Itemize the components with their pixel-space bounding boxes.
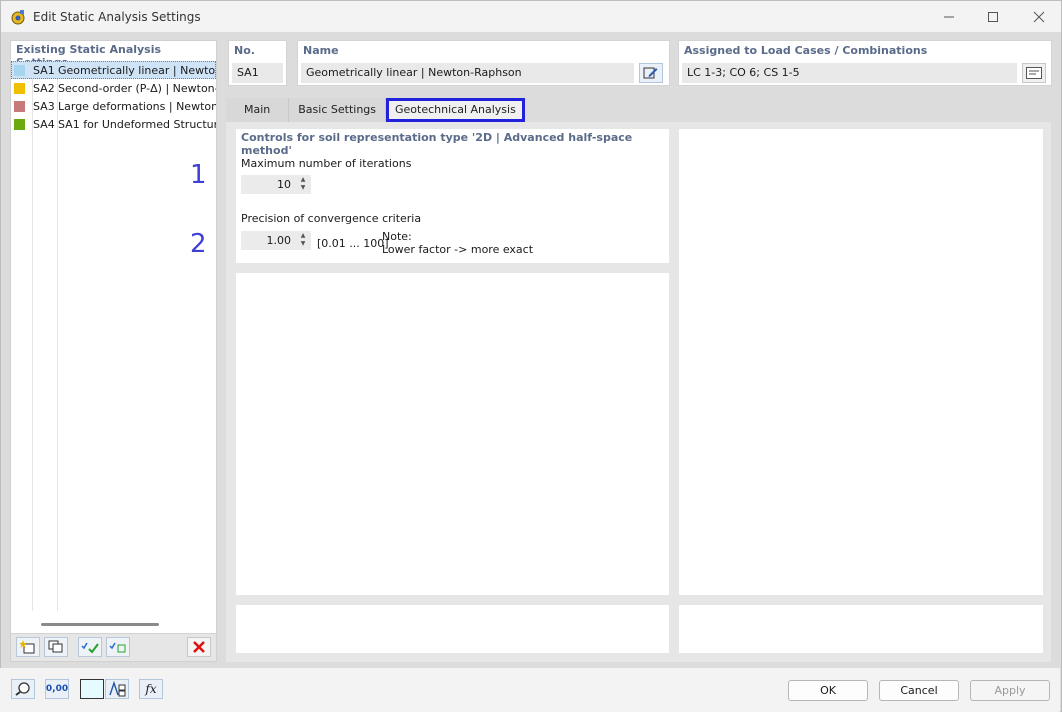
new-setting-button[interactable] bbox=[16, 637, 40, 657]
minimize-icon bbox=[944, 16, 954, 18]
item-code: SA3 bbox=[33, 99, 55, 113]
window-title: Edit Static Analysis Settings bbox=[33, 10, 201, 24]
formula-icon: fx bbox=[145, 682, 157, 696]
spinner-arrows-icon[interactable]: ▲ ▼ bbox=[298, 176, 308, 193]
name-field[interactable]: Geometrically linear | Newton-Raphson bbox=[301, 63, 634, 83]
max-iterations-label: Maximum number of iterations bbox=[241, 157, 412, 170]
geotech-controls-panel: Controls for soil representation type '2… bbox=[236, 129, 669, 263]
minimize-button[interactable] bbox=[927, 5, 971, 29]
note-title: Note: bbox=[382, 230, 412, 243]
tab-geotechnical-analysis[interactable]: Geotechnical Analysis bbox=[386, 98, 525, 122]
help-button[interactable] bbox=[11, 679, 35, 699]
delete-icon bbox=[193, 641, 205, 653]
settings-list: SA1 Geometrically linear | Newton- SA2 S… bbox=[11, 61, 216, 133]
precision-label: Precision of convergence criteria bbox=[241, 212, 422, 225]
item-label: Second-order (P-Δ) | Newton-R bbox=[58, 81, 216, 95]
color-swatch bbox=[14, 100, 25, 112]
check-all-button[interactable] bbox=[78, 637, 102, 657]
tab-main[interactable]: Main bbox=[226, 98, 290, 122]
bottom-panel-right bbox=[679, 605, 1043, 653]
cancel-button[interactable]: Cancel bbox=[879, 680, 959, 701]
edit-icon bbox=[643, 67, 658, 79]
assigned-field[interactable]: LC 1-3; CO 6; CS 1-5 bbox=[682, 63, 1017, 83]
new-item-icon bbox=[20, 640, 35, 654]
number-title: No. bbox=[234, 44, 255, 57]
item-code: SA1 bbox=[33, 63, 55, 77]
display-settings-button[interactable] bbox=[105, 679, 129, 699]
item-code: SA2 bbox=[33, 81, 55, 95]
maximize-button[interactable] bbox=[971, 5, 1015, 29]
list-toolbar bbox=[11, 633, 216, 661]
select-load-cases-button[interactable] bbox=[1022, 63, 1046, 83]
tab-basic-settings[interactable]: Basic Settings bbox=[289, 98, 387, 122]
name-box: Name Geometrically linear | Newton-Raphs… bbox=[297, 40, 670, 86]
item-label: SA1 for Undeformed Structure bbox=[58, 117, 216, 131]
copy-setting-button[interactable] bbox=[44, 637, 68, 657]
precision-spinner[interactable]: 1.00 ▲ ▼ bbox=[241, 231, 311, 250]
number-field[interactable]: SA1 bbox=[232, 63, 283, 83]
annotation-marker-1: 1 bbox=[190, 160, 207, 190]
column-divider bbox=[57, 61, 58, 611]
precision-value: 1.00 bbox=[266, 234, 292, 247]
apply-button[interactable]: Apply bbox=[970, 680, 1050, 701]
geotech-heading: Controls for soil representation type '2… bbox=[241, 131, 633, 157]
list-item-sa2[interactable]: SA2 Second-order (P-Δ) | Newton-R bbox=[11, 79, 216, 97]
list-item-sa3[interactable]: SA3 Large deformations | Newton- bbox=[11, 97, 216, 115]
bottom-panel-left bbox=[236, 605, 669, 653]
assigned-title: Assigned to Load Cases / Combinations bbox=[684, 44, 928, 57]
display-settings-icon bbox=[109, 681, 126, 697]
item-label: Geometrically linear | Newton- bbox=[58, 63, 216, 77]
max-iterations-spinner[interactable]: 10 ▲ ▼ bbox=[241, 175, 311, 194]
tab-content: Controls for soil representation type '2… bbox=[226, 122, 1051, 662]
value-format-icon: 0,00 bbox=[45, 684, 69, 694]
tab-strip: Main Basic Settings Geotechnical Analysi… bbox=[226, 98, 525, 122]
app-icon bbox=[11, 10, 25, 25]
edit-name-button[interactable] bbox=[639, 63, 663, 83]
item-code: SA4 bbox=[33, 117, 55, 131]
close-button[interactable] bbox=[1017, 5, 1061, 29]
column-divider bbox=[32, 61, 33, 611]
horizontal-scrollbar[interactable] bbox=[41, 623, 159, 626]
title-bar: Edit Static Analysis Settings bbox=[0, 0, 1062, 32]
settings-list-panel: Existing Static Analysis Settings SA1 Ge… bbox=[10, 40, 217, 662]
color-swatch bbox=[14, 64, 25, 76]
search-help-icon bbox=[15, 682, 30, 696]
empty-panel-left bbox=[236, 273, 669, 595]
formula-button[interactable]: fx bbox=[139, 679, 163, 699]
uncheck-all-button[interactable] bbox=[106, 637, 130, 657]
spinner-arrows-icon[interactable]: ▲ ▼ bbox=[298, 232, 308, 249]
color-swatch bbox=[14, 118, 25, 130]
assigned-box: Assigned to Load Cases / Combinations LC… bbox=[678, 40, 1052, 86]
delete-setting-button[interactable] bbox=[187, 637, 211, 657]
checklist-icon bbox=[81, 642, 99, 654]
empty-panel-right bbox=[679, 129, 1043, 595]
tab-area: Main Basic Settings Geotechnical Analysi… bbox=[226, 98, 1051, 662]
color-swatch bbox=[14, 82, 25, 94]
color-button[interactable] bbox=[80, 679, 104, 699]
note-text: Lower factor -> more exact bbox=[382, 243, 534, 256]
color-square-icon bbox=[83, 682, 101, 696]
units-button[interactable]: 0,00 bbox=[45, 679, 69, 699]
copy-icon bbox=[48, 640, 63, 653]
list-select-icon bbox=[1026, 67, 1042, 79]
max-iterations-value: 10 bbox=[277, 178, 291, 191]
precision-range: [0.01 ... 100] bbox=[317, 237, 389, 250]
annotation-marker-2: 2 bbox=[190, 229, 207, 259]
maximize-icon bbox=[988, 12, 998, 22]
name-title: Name bbox=[303, 44, 339, 57]
list-item-sa1[interactable]: SA1 Geometrically linear | Newton- bbox=[11, 61, 216, 79]
item-label: Large deformations | Newton- bbox=[58, 99, 216, 113]
number-box: No. SA1 bbox=[228, 40, 287, 86]
list-item-sa4[interactable]: SA4 SA1 for Undeformed Structure bbox=[11, 115, 216, 133]
ok-button[interactable]: OK bbox=[788, 680, 868, 701]
close-icon bbox=[1033, 11, 1045, 23]
checklist-uncheck-icon bbox=[109, 642, 126, 653]
